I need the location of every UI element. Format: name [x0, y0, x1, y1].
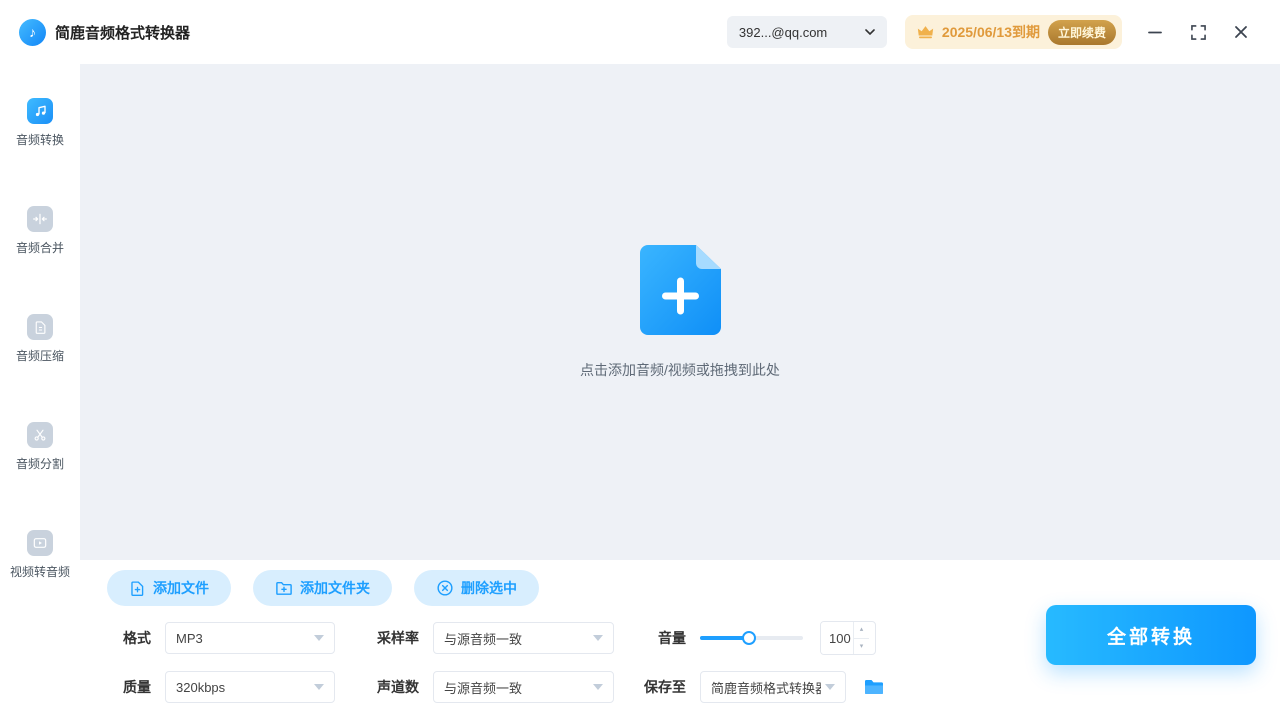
- format-label: 格式: [107, 628, 151, 648]
- file-plus-icon: [129, 580, 146, 597]
- main-area: 点击添加音频/视频或拖拽到此处 添加文件 添加文件夹 删除选中: [80, 64, 1280, 720]
- channels-value: 与源音频一致: [444, 678, 522, 697]
- music-note-icon: [27, 98, 53, 124]
- sidebar-item-label: 视频转音频: [10, 563, 70, 580]
- dropzone-hint: 点击添加音频/视频或拖拽到此处: [580, 360, 780, 380]
- sidebar-item-audio-compress[interactable]: 音频压缩: [0, 314, 80, 364]
- video-file-icon: [27, 530, 53, 556]
- save-to-value: 简鹿音频格式转换器: [711, 678, 821, 697]
- delete-selected-label: 删除选中: [461, 578, 517, 598]
- merge-arrows-icon: [27, 206, 53, 232]
- circle-x-icon: [436, 579, 454, 597]
- open-folder-button[interactable]: [864, 679, 884, 695]
- scissors-icon: [27, 422, 53, 448]
- expiry-date: 2025/06/13到期: [942, 22, 1040, 42]
- channels-label: 声道数: [375, 677, 419, 697]
- quality-label: 质量: [107, 677, 151, 697]
- slider-handle[interactable]: [742, 631, 756, 645]
- spinner-up-icon[interactable]: ▴: [854, 622, 869, 639]
- volume-field[interactable]: [821, 622, 853, 654]
- sidebar-item-audio-merge[interactable]: 音频合并: [0, 206, 80, 256]
- channels-select[interactable]: 与源音频一致: [433, 671, 614, 703]
- compress-file-icon: [27, 314, 53, 340]
- close-button[interactable]: [1232, 23, 1250, 41]
- add-file-icon: [640, 245, 721, 335]
- titlebar-right: 392...@qq.com 2025/06/13到期 立即续费: [727, 15, 1250, 49]
- chevron-down-icon: [865, 29, 875, 35]
- folder-icon: [864, 679, 884, 695]
- chevron-down-icon: [593, 635, 603, 641]
- app-title: 简鹿音频格式转换器: [55, 22, 190, 43]
- renew-button[interactable]: 立即续费: [1048, 20, 1116, 45]
- crown-icon: [917, 25, 934, 40]
- chevron-down-icon: [593, 684, 603, 690]
- brand: ♪ 简鹿音频格式转换器: [19, 19, 190, 46]
- minimize-button[interactable]: [1146, 23, 1164, 41]
- sidebar-item-label: 音频分割: [16, 455, 64, 472]
- window-controls: [1146, 23, 1250, 41]
- delete-selected-button[interactable]: 删除选中: [414, 570, 539, 606]
- sidebar-item-audio-convert[interactable]: 音频转换: [0, 98, 80, 148]
- vip-expiry-badge: 2025/06/13到期 立即续费: [905, 15, 1122, 49]
- add-folder-label: 添加文件夹: [300, 578, 370, 598]
- sidebar-item-label: 音频合并: [16, 239, 64, 256]
- settings-row-2: 质量 320kbps 声道数 与源音频一致 保存至: [107, 671, 1280, 703]
- volume-label: 音量: [642, 628, 686, 648]
- volume-slider[interactable]: [700, 631, 803, 645]
- sidebar-item-video-to-audio[interactable]: 视频转音频: [0, 530, 80, 580]
- folder-plus-icon: [275, 580, 293, 596]
- volume-number-input: ▴ ▾: [820, 621, 876, 655]
- title-bar: ♪ 简鹿音频格式转换器 392...@qq.com 2025/06/13到期 立…: [0, 0, 1280, 64]
- sidebar-item-audio-split[interactable]: 音频分割: [0, 422, 80, 472]
- add-folder-button[interactable]: 添加文件夹: [253, 570, 392, 606]
- bottom-panel: 添加文件 添加文件夹 删除选中 格式 MP3: [80, 560, 1280, 720]
- app-logo-icon: ♪: [19, 19, 46, 46]
- chevron-down-icon: [314, 684, 324, 690]
- file-dropzone[interactable]: 点击添加音频/视频或拖拽到此处: [80, 64, 1280, 560]
- sample-rate-value: 与源音频一致: [444, 629, 522, 648]
- format-select[interactable]: MP3: [165, 622, 335, 654]
- account-email: 392...@qq.com: [739, 25, 827, 40]
- sidebar-item-label: 音频转换: [16, 131, 64, 148]
- sidebar-item-label: 音频压缩: [16, 347, 64, 364]
- file-actions: 添加文件 添加文件夹 删除选中: [107, 570, 1280, 606]
- sample-rate-label: 采样率: [375, 628, 419, 648]
- close-icon: [1234, 25, 1248, 39]
- chevron-down-icon: [314, 635, 324, 641]
- account-dropdown[interactable]: 392...@qq.com: [727, 16, 887, 48]
- format-value: MP3: [176, 631, 203, 646]
- maximize-button[interactable]: [1189, 23, 1207, 41]
- quality-select[interactable]: 320kbps: [165, 671, 335, 703]
- add-file-label: 添加文件: [153, 578, 209, 598]
- sample-rate-select[interactable]: 与源音频一致: [433, 622, 614, 654]
- save-to-select[interactable]: 简鹿音频格式转换器: [700, 671, 846, 703]
- volume-spinner: ▴ ▾: [853, 622, 869, 654]
- fullscreen-icon: [1191, 25, 1206, 40]
- convert-all-button[interactable]: 全部转换: [1046, 605, 1256, 665]
- save-to-label: 保存至: [642, 677, 686, 697]
- chevron-down-icon: [825, 684, 835, 690]
- spinner-down-icon[interactable]: ▾: [854, 639, 869, 655]
- sidebar: 音频转换 音频合并 音频压缩 音频分割: [0, 64, 80, 720]
- add-file-button[interactable]: 添加文件: [107, 570, 231, 606]
- app-window: ♪ 简鹿音频格式转换器 392...@qq.com 2025/06/13到期 立…: [0, 0, 1280, 720]
- quality-value: 320kbps: [176, 680, 225, 695]
- minimize-icon: [1148, 25, 1162, 39]
